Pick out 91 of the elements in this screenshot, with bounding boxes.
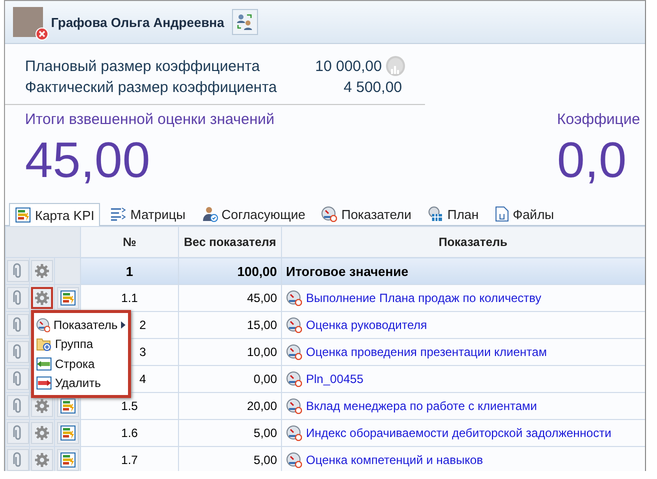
gauge-icon (321, 206, 338, 222)
indicator-name: Итоговое значение (286, 264, 408, 278)
attach-button[interactable] (6, 260, 28, 282)
plan-grid-icon (427, 206, 444, 222)
tab[interactable]: Показатели (315, 202, 418, 225)
menu-item[interactable]: Удалить (34, 374, 128, 393)
indicator-icon (286, 425, 302, 441)
kpi-map-button[interactable] (56, 287, 78, 309)
document-icon (494, 206, 509, 222)
gauge-plus-icon (36, 316, 50, 333)
column-header: № (122, 235, 136, 249)
kpi-map-button[interactable] (56, 449, 78, 471)
summary-value: 4 500,00 (342, 79, 402, 96)
row-delete-icon (36, 375, 52, 392)
swap-users-icon (236, 13, 254, 31)
row-number: 3 (139, 345, 146, 359)
row-number: 4 (139, 372, 146, 386)
indicator-icon (286, 290, 302, 306)
paperclip-icon (12, 290, 22, 306)
indicator-icon (286, 344, 302, 360)
paperclip-icon (12, 398, 22, 414)
list-arrows-icon (110, 206, 126, 222)
gear-icon (34, 290, 50, 306)
weight-value: 5,00 (254, 426, 278, 440)
indicator-icon (286, 371, 302, 387)
kpi-map-icon (60, 290, 76, 306)
gear-icon (34, 398, 50, 414)
weight-value: 15,00 (246, 318, 278, 332)
row-number: 1.6 (121, 426, 138, 440)
kpi-map-button[interactable] (56, 422, 78, 444)
kpi-map-icon (60, 425, 76, 441)
summary-label: Плановый размер коэффициента (25, 58, 261, 74)
row-number: 2 (139, 318, 146, 332)
paperclip-icon (12, 425, 22, 441)
weight-value: 45,00 (246, 291, 278, 305)
weight-value: 0,00 (254, 372, 278, 386)
tab[interactable]: Матрицы (104, 202, 192, 225)
menu-item[interactable]: Группа (34, 334, 128, 354)
weight-value: 20,00 (246, 399, 278, 413)
weight-value: 5,00 (254, 453, 278, 467)
attach-button[interactable] (6, 368, 28, 390)
paperclip-icon (12, 344, 22, 360)
tab[interactable]: Карта KPI (9, 203, 100, 226)
indicator-icon (286, 317, 302, 333)
settings-button[interactable] (31, 287, 53, 309)
person-check-icon (202, 206, 218, 222)
gear-icon (34, 425, 50, 441)
tab[interactable]: Согласующие (196, 202, 312, 225)
totals-value: 0,0 (557, 131, 628, 190)
totals-label: Итоги взвешенной оценки значений (25, 111, 276, 128)
totals-value: 45,00 (25, 131, 152, 190)
menu-item[interactable]: Показатель (34, 315, 128, 334)
paperclip-icon (12, 263, 22, 279)
tab[interactable]: Файлы (488, 202, 560, 225)
gear-icon (34, 452, 50, 468)
row-number: 1.5 (121, 399, 138, 413)
indicator-link[interactable]: Оценка руководителя (306, 318, 427, 332)
summary-value: 10 000,00 (314, 58, 382, 74)
attach-button[interactable] (6, 314, 28, 336)
attach-button[interactable] (6, 449, 28, 471)
folder-plus-icon (36, 336, 52, 352)
indicator-icon (286, 452, 302, 468)
paperclip-icon (12, 452, 22, 468)
row-number: 1.7 (121, 453, 138, 467)
kpi-map-icon (15, 207, 31, 223)
column-header: Показатель (438, 235, 508, 249)
tab[interactable]: План (421, 202, 485, 225)
row-number: 1.1 (121, 291, 138, 305)
column-header: Вес показателя (184, 235, 276, 249)
user-name: Графова Ольга Андреевна (51, 14, 224, 30)
row-insert-icon (36, 356, 52, 372)
indicator-link[interactable]: Pln_00455 (306, 372, 364, 386)
weight-value: 10,00 (246, 345, 278, 359)
kpi-map-icon (60, 452, 76, 468)
indicator-icon (286, 398, 302, 414)
paperclip-icon (12, 317, 22, 333)
gear-icon (34, 263, 50, 279)
menu-item[interactable]: Строка (34, 354, 128, 374)
attach-button[interactable] (6, 341, 28, 363)
attach-button[interactable] (6, 287, 28, 309)
summary-label: Фактический размер коэффициента (25, 79, 278, 96)
paperclip-icon (12, 371, 22, 387)
weight-value: 100,00 (237, 264, 278, 278)
close-icon (35, 27, 49, 41)
attach-button[interactable] (6, 395, 28, 417)
bar-chart-icon (390, 64, 400, 74)
chart-button[interactable] (386, 56, 405, 76)
attach-button[interactable] (6, 422, 28, 444)
totals-label: Коэффицие (557, 111, 640, 128)
row-number: 1 (126, 264, 134, 278)
swap-users-button[interactable] (232, 9, 258, 35)
